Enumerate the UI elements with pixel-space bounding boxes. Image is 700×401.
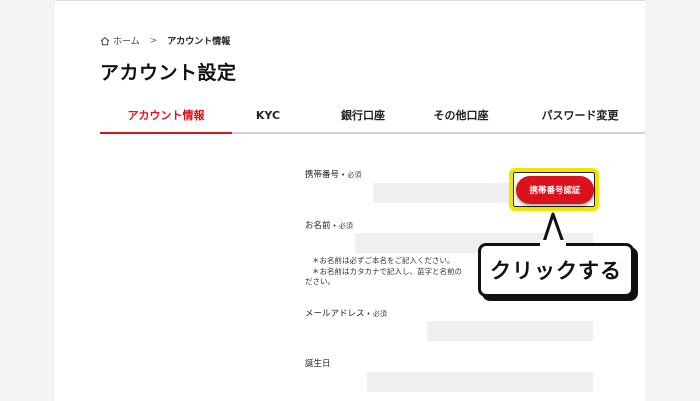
page-title: アカウント設定 [100, 62, 237, 84]
name-label-text: お名前 [305, 221, 331, 231]
settings-tabs: アカウント情報 KYC 銀行口座 その他口座 パスワード変更 [100, 107, 645, 134]
phone-label-text: 携帯番号 [305, 170, 340, 180]
breadcrumb-separator: > [149, 35, 158, 46]
phone-input-value [305, 183, 373, 203]
phone-verify-button[interactable]: 携帯番号認証 [516, 176, 594, 204]
callout-text: クリックする [490, 259, 622, 283]
click-callout: クリックする [478, 243, 634, 297]
phone-label: 携帯番号 • 必須 [305, 168, 361, 180]
callout-pointer-joint [540, 240, 566, 248]
email-label: メールアドレス • 必須 [305, 307, 387, 319]
name-required-mark: • 必須 [332, 222, 353, 230]
tab-account-info[interactable]: アカウント情報 [100, 107, 232, 134]
phone-required-mark: • 必須 [341, 171, 362, 179]
birthday-input[interactable] [305, 372, 593, 392]
home-icon[interactable] [100, 36, 110, 46]
tab-bank-account[interactable]: 銀行口座 [318, 107, 408, 132]
tab-other-account[interactable]: その他口座 [416, 107, 506, 132]
birthday-input-value [305, 372, 367, 392]
breadcrumb: ホーム > アカウント情報 [100, 34, 230, 47]
name-label: お名前 • 必須 [305, 219, 353, 231]
email-input-value [305, 321, 427, 341]
tab-kyc[interactable]: KYC [242, 107, 294, 132]
email-label-text: メールアドレス [305, 309, 365, 319]
breadcrumb-current: アカウント情報 [167, 37, 231, 47]
breadcrumb-home-link[interactable]: ホーム [113, 34, 140, 47]
tab-password-change[interactable]: パスワード変更 [530, 107, 630, 132]
name-input-value [305, 233, 355, 253]
birthday-label: 誕生日 [305, 357, 331, 369]
email-required-mark: • 必須 [366, 310, 387, 318]
email-input[interactable] [305, 321, 593, 341]
birthday-label-text: 誕生日 [305, 359, 331, 369]
